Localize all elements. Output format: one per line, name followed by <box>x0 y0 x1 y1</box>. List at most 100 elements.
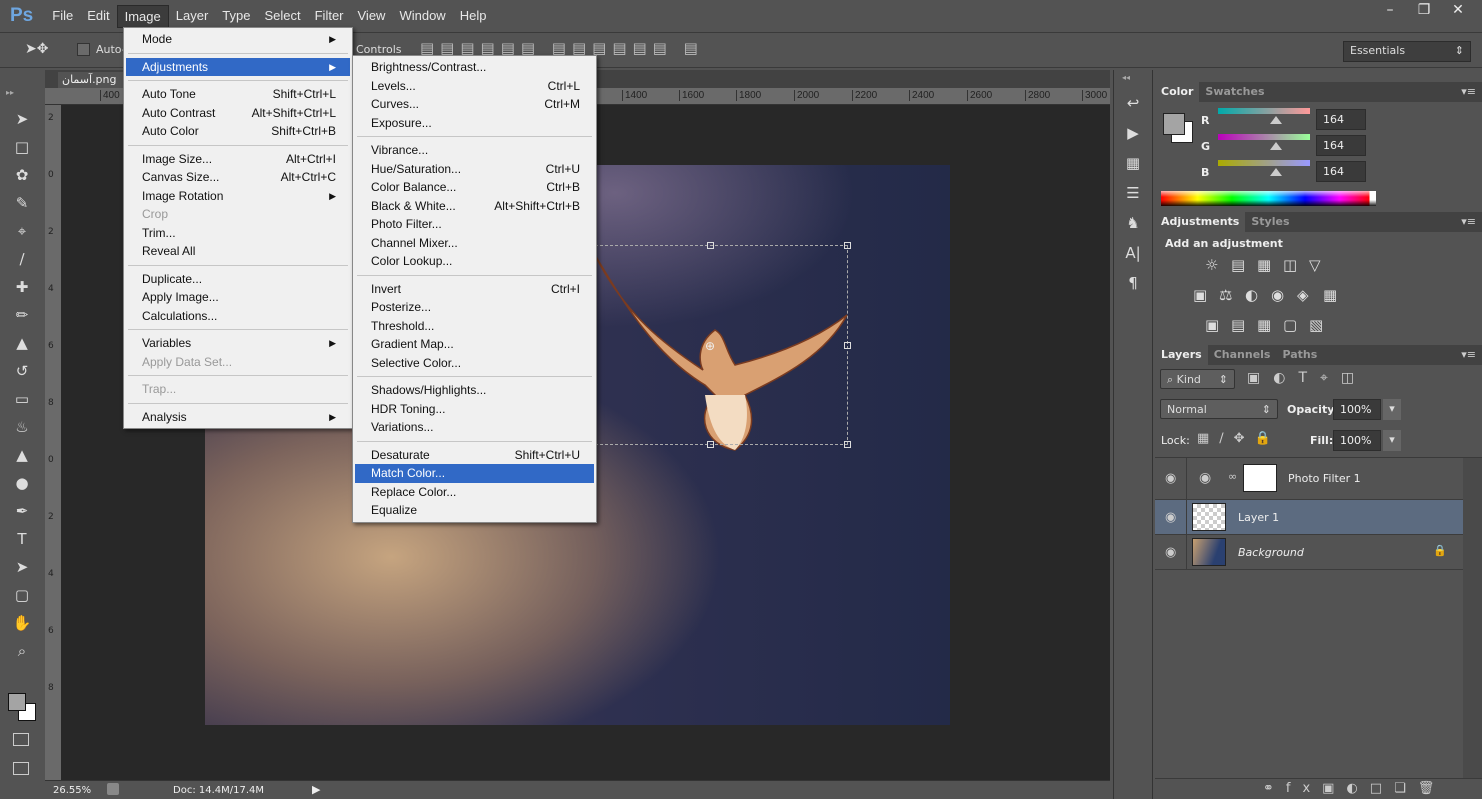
menu-item-variations[interactable]: Variations... <box>355 418 594 437</box>
curves-adjustment-icon[interactable]: ▦ <box>1257 256 1271 274</box>
move-tool-icon[interactable]: ➤ <box>7 106 37 132</box>
paint-bucket-tool-icon[interactable]: ♨ <box>7 414 37 440</box>
tab-color[interactable]: Color <box>1155 82 1200 102</box>
blend-mode-select[interactable]: Normal ⇕ <box>1160 399 1278 419</box>
menu-item-gradient-map[interactable]: Gradient Map... <box>355 335 594 354</box>
channel-slider-r[interactable] <box>1218 108 1310 114</box>
menu-file[interactable]: File <box>45 5 80 28</box>
quick-select-tool-icon[interactable]: ✎ <box>7 190 37 216</box>
selective-color-adjustment-icon[interactable]: ▧ <box>1309 316 1323 334</box>
menu-item-photo-filter[interactable]: Photo Filter... <box>355 215 594 234</box>
layer-name[interactable]: Layer 1 <box>1238 511 1279 524</box>
menu-edit[interactable]: Edit <box>80 5 116 28</box>
exposure-adjustment-icon[interactable]: ◫ <box>1283 256 1297 274</box>
color-lookup-adjustment-icon[interactable]: ▦ <box>1323 286 1337 304</box>
brightness-adjustment-icon[interactable]: ☼ <box>1205 256 1218 274</box>
visibility-eye-icon[interactable]: ◉ <box>1165 545 1176 560</box>
menu-item-mode[interactable]: Mode ▶ <box>126 30 350 49</box>
menu-item-crop[interactable]: Crop <box>126 205 350 224</box>
panel-menu-icon[interactable]: ▾≡ <box>1461 348 1476 361</box>
menu-item-trap[interactable]: Trap... <box>126 380 350 399</box>
menu-item-canvas-size[interactable]: Canvas Size... Alt+Ctrl+C <box>126 168 350 187</box>
channel-value-r[interactable]: 164 <box>1316 109 1366 130</box>
layer-lock-icon[interactable]: 🔒 <box>1433 544 1447 557</box>
eraser-tool-icon[interactable]: ▭ <box>7 386 37 412</box>
channel-value-b[interactable]: 164 <box>1316 161 1366 182</box>
menu-item-duplicate[interactable]: Duplicate... <box>126 270 350 289</box>
menu-item-hue-saturation[interactable]: Hue/Saturation... Ctrl+U <box>355 160 594 179</box>
menu-image[interactable]: Image <box>116 4 169 28</box>
menu-window[interactable]: Window <box>392 5 452 28</box>
quick-mask-icon[interactable] <box>13 733 29 746</box>
actions-play-icon[interactable]: ▶ <box>1118 124 1148 148</box>
menu-type[interactable]: Type <box>215 5 257 28</box>
tab-styles[interactable]: Styles <box>1245 212 1295 232</box>
channel-mixer-adjustment-icon[interactable]: ◈ <box>1297 286 1309 304</box>
gradient-map-adjustment-icon[interactable]: ▢ <box>1283 316 1297 334</box>
menu-item-channel-mixer[interactable]: Channel Mixer... <box>355 234 594 253</box>
menu-item-curves[interactable]: Curves... Ctrl+M <box>355 95 594 114</box>
menu-item-auto-contrast[interactable]: Auto Contrast Alt+Shift+Ctrl+L <box>126 104 350 123</box>
dodge-tool-icon[interactable]: ● <box>7 470 37 496</box>
black-white-adjustment-icon[interactable]: ◐ <box>1245 286 1258 304</box>
layer-mask-thumbnail[interactable] <box>1243 464 1277 492</box>
lasso-tool-icon[interactable]: ✿ <box>7 162 37 188</box>
close-button[interactable]: ✕ <box>1444 2 1472 22</box>
menu-item-invert[interactable]: Invert Ctrl+I <box>355 280 594 299</box>
minimize-button[interactable]: – <box>1376 2 1404 22</box>
menu-item-calculations[interactable]: Calculations... <box>126 307 350 326</box>
restore-button[interactable]: ❐ <box>1410 2 1438 22</box>
tab-layers[interactable]: Layers <box>1155 345 1208 365</box>
menu-item-selective-color[interactable]: Selective Color... <box>355 354 594 373</box>
transform-bounding-box[interactable]: ⊕ <box>557 242 851 448</box>
brush-presets-icon[interactable]: ☰ <box>1118 184 1148 208</box>
threshold-adjustment-icon[interactable]: ▦ <box>1257 316 1271 334</box>
layer-row[interactable]: ◉ Background 🔒 <box>1155 535 1463 570</box>
menu-item-match-color[interactable]: Match Color... <box>355 464 594 483</box>
zoom-tool-icon[interactable]: ⌕ <box>7 638 37 664</box>
menu-item-apply-data-set[interactable]: Apply Data Set... <box>126 353 350 372</box>
menu-item-trim[interactable]: Trim... <box>126 224 350 243</box>
lock-icons[interactable]: ▦∕✥🔒 <box>1197 431 1281 446</box>
slider-thumb[interactable] <box>1270 142 1282 150</box>
foreground-color-swatch[interactable] <box>1163 113 1185 135</box>
eyedropper-tool-icon[interactable]: ∕ <box>7 246 37 272</box>
hue-saturation-adjustment-icon[interactable]: ▣ <box>1193 286 1207 304</box>
menu-item-reveal-all[interactable]: Reveal All <box>126 242 350 261</box>
menu-item-threshold[interactable]: Threshold... <box>355 317 594 336</box>
tab-adjustments[interactable]: Adjustments <box>1155 212 1246 232</box>
transform-handle[interactable] <box>844 242 851 249</box>
channel-slider-b[interactable] <box>1218 160 1310 166</box>
vibrance-adjustment-icon[interactable]: ▽ <box>1309 256 1321 274</box>
slider-thumb[interactable] <box>1270 168 1282 176</box>
menu-item-hdr-toning[interactable]: HDR Toning... <box>355 400 594 419</box>
channel-value-g[interactable]: 164 <box>1316 135 1366 156</box>
layer-footer-icons[interactable]: ⚭fx▣◐□❏🗑 <box>1263 781 1446 796</box>
opacity-dropdown-icon[interactable]: ▾ <box>1383 399 1401 420</box>
levels-adjustment-icon[interactable]: ▤ <box>1231 256 1245 274</box>
hand-tool-icon[interactable]: ✋ <box>7 610 37 636</box>
document-tab[interactable]: آسمان.png <box>58 72 128 89</box>
pivot-point-icon[interactable]: ⊕ <box>705 339 715 353</box>
history-brush-tool-icon[interactable]: ↺ <box>7 358 37 384</box>
menu-item-analysis[interactable]: Analysis ▶ <box>126 408 350 427</box>
menu-item-color-balance[interactable]: Color Balance... Ctrl+B <box>355 178 594 197</box>
fill-input[interactable]: 100% <box>1333 430 1381 451</box>
menu-item-replace-color[interactable]: Replace Color... <box>355 483 594 502</box>
panel-menu-icon[interactable]: ▾≡ <box>1461 215 1476 228</box>
menu-item-brightness-contrast[interactable]: Brightness/Contrast... <box>355 58 594 77</box>
type-tool-icon[interactable]: T <box>7 526 37 552</box>
transform-handle[interactable] <box>844 342 851 349</box>
menu-item-posterize[interactable]: Posterize... <box>355 298 594 317</box>
tab-swatches[interactable]: Swatches <box>1199 82 1270 102</box>
menu-item-equalize[interactable]: Equalize <box>355 501 594 520</box>
menu-filter[interactable]: Filter <box>308 5 351 28</box>
menu-item-levels[interactable]: Levels... Ctrl+L <box>355 77 594 96</box>
menu-item-color-lookup[interactable]: Color Lookup... <box>355 252 594 271</box>
pen-tool-icon[interactable]: ✒ <box>7 498 37 524</box>
marquee-tool-icon[interactable]: □ <box>7 134 37 160</box>
zoom-level[interactable]: 26.55% <box>53 785 91 796</box>
layer-thumbnail[interactable] <box>1192 538 1226 566</box>
menu-item-variables[interactable]: Variables ▶ <box>126 334 350 353</box>
posterize-adjustment-icon[interactable]: ▤ <box>1231 316 1245 334</box>
